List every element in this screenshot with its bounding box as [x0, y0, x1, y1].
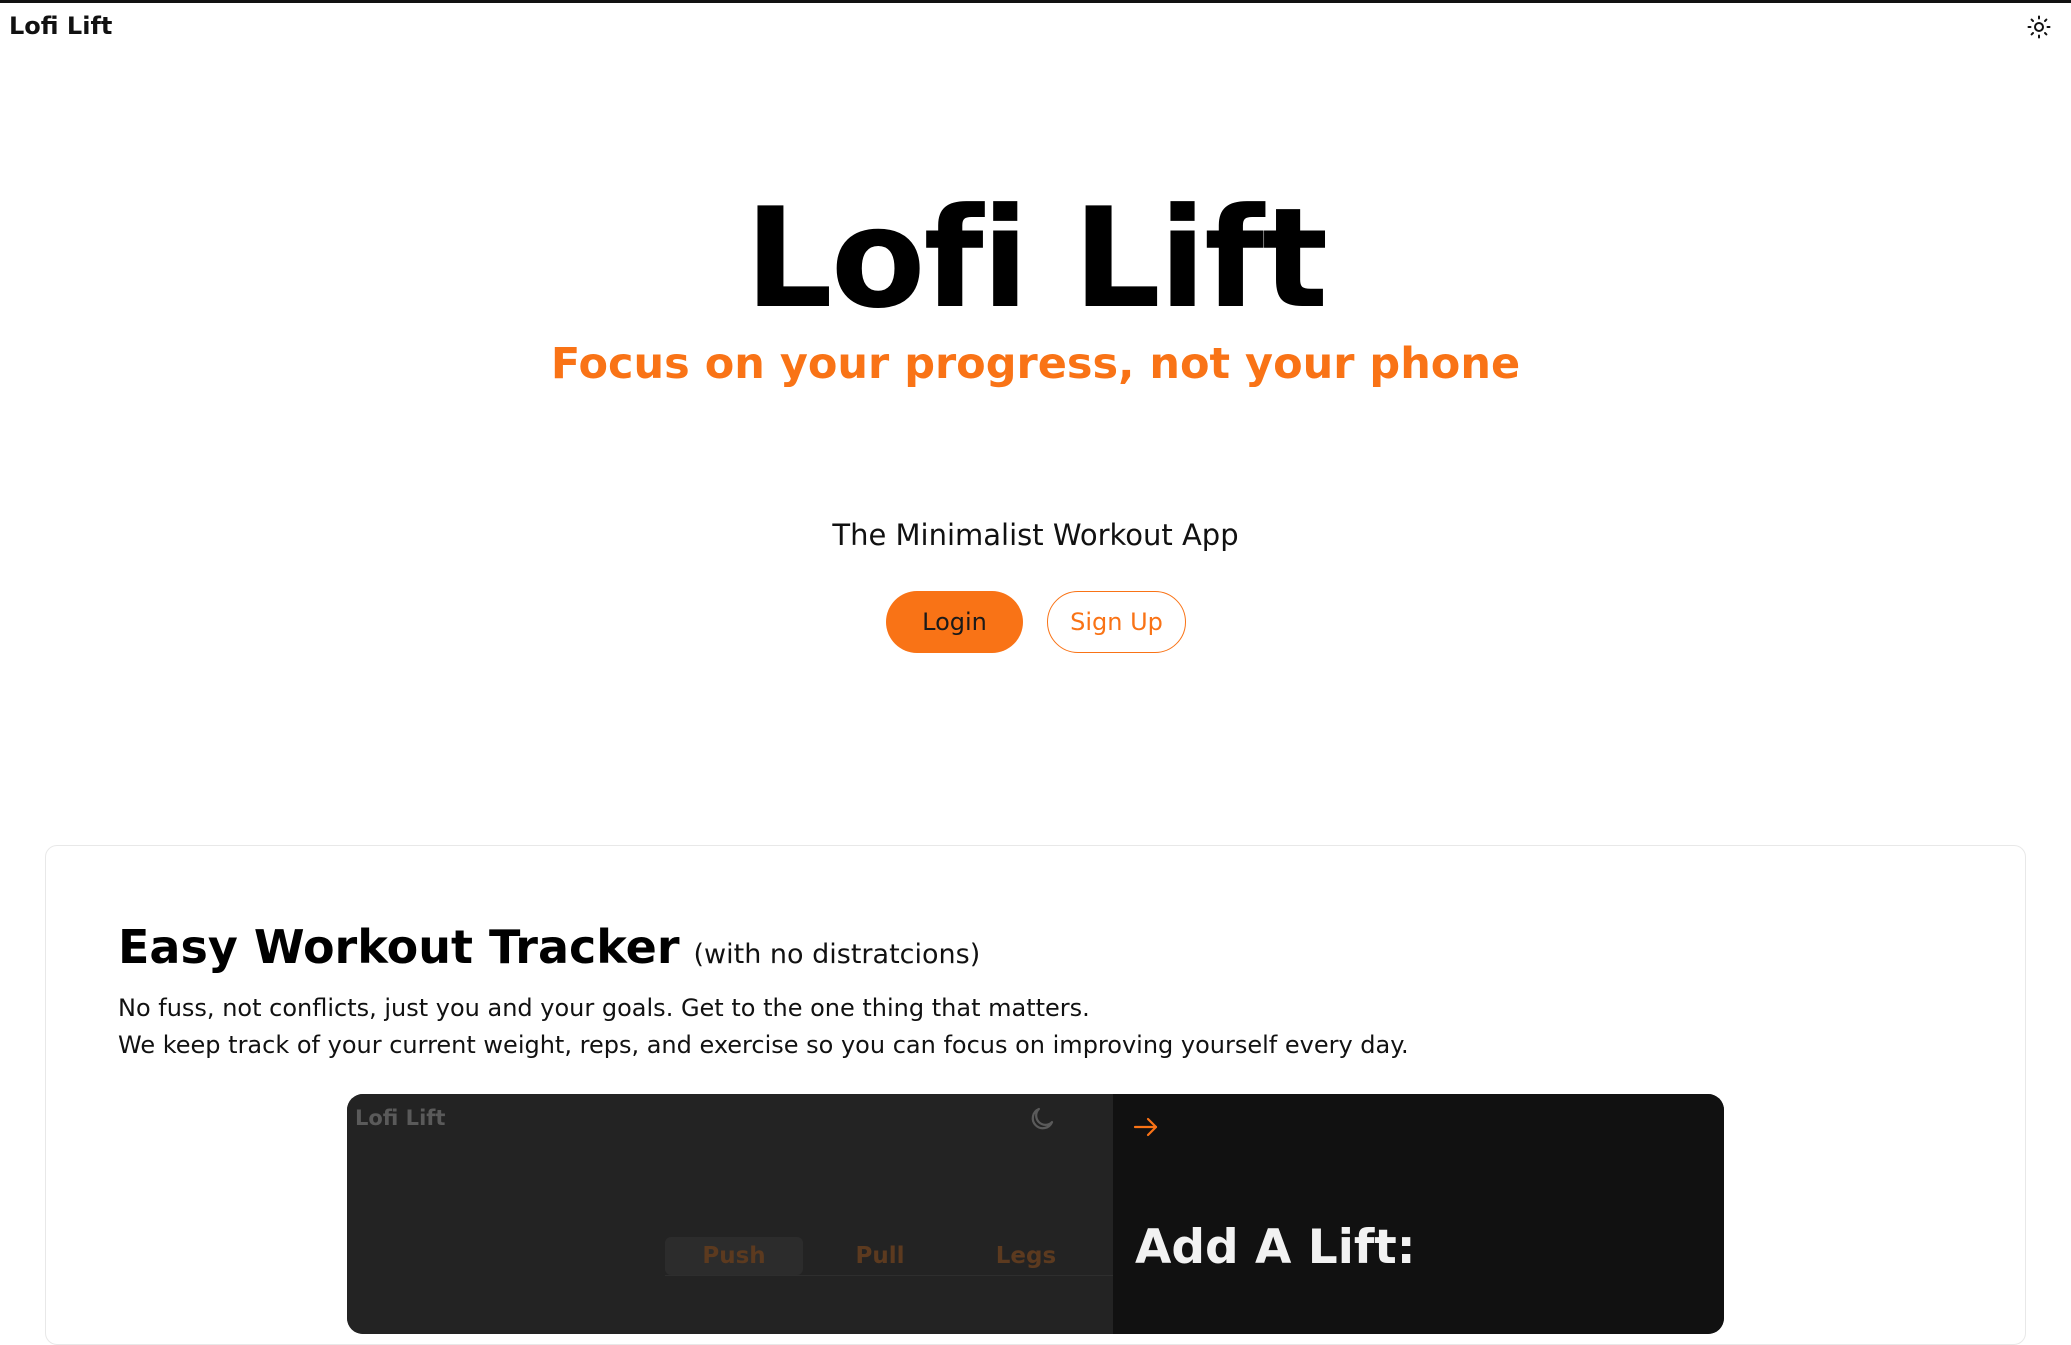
preview-side-panel: Add A Lift:: [1113, 1094, 1724, 1334]
nav-brand[interactable]: Lofi Lift: [9, 12, 112, 40]
preview-brand: Lofi Lift: [355, 1106, 446, 1130]
preview-heading: Add A Lift:: [1135, 1220, 1416, 1275]
hero-subtitle: Focus on your progress, not your phone: [550, 339, 1521, 389]
arrow-right-icon: [1133, 1117, 1158, 1137]
sun-icon: [2027, 15, 2051, 39]
login-button[interactable]: Login: [886, 591, 1023, 653]
hero-tagline: The Minimalist Workout App: [832, 518, 1239, 552]
feature-heading: Easy Workout Tracker (with no distratcio…: [118, 920, 980, 974]
moon-icon: [1031, 1107, 1054, 1130]
preview-main-panel: Lofi Lift Push Pull Legs: [347, 1094, 1113, 1334]
feature-description: No fuss, not conflicts, just you and you…: [118, 990, 1409, 1064]
feature-line: We keep track of your current weight, re…: [118, 1031, 1409, 1059]
feature-note: (with no distratcions): [693, 939, 981, 970]
top-border: [0, 0, 2071, 3]
app-preview-screenshot: Lofi Lift Push Pull Legs Add A Lift:: [347, 1094, 1724, 1334]
preview-tab-pull: Pull: [855, 1243, 905, 1269]
theme-toggle-button[interactable]: [2022, 12, 2056, 42]
preview-tabs: Push Pull Legs: [665, 1237, 1103, 1275]
feature-line: No fuss, not conflicts, just you and you…: [118, 994, 1090, 1022]
preview-tab-divider: [665, 1275, 1113, 1276]
hero-title: Lofi Lift: [744, 178, 1328, 339]
signup-button[interactable]: Sign Up: [1047, 591, 1186, 653]
feature-title: Easy Workout Tracker: [118, 920, 680, 974]
preview-tab-legs: Legs: [995, 1243, 1057, 1269]
preview-tab-push: Push: [665, 1237, 803, 1275]
